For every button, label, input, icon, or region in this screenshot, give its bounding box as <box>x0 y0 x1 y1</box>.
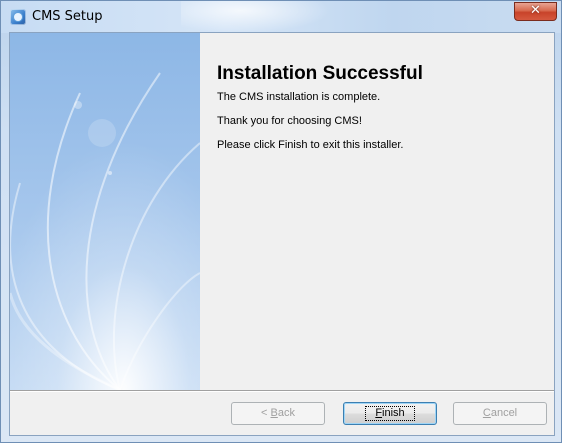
message-line: Thank you for choosing CMS! <box>217 115 362 127</box>
close-button[interactable]: ✕ <box>514 2 557 21</box>
wizard-client-area: Installation Successful The CMS installa… <box>9 32 555 436</box>
setup-window: CMS Setup ✕ Installation Successful The … <box>0 0 562 443</box>
message-line: The CMS installation is complete. <box>217 91 381 103</box>
title-bar[interactable]: CMS Setup ✕ <box>1 1 561 33</box>
page-title: Installation Successful <box>217 63 423 84</box>
message-line: Please click Finish to exit this install… <box>217 139 404 151</box>
cancel-button[interactable]: Cancel <box>453 402 547 425</box>
wizard-side-banner <box>10 33 200 390</box>
cancel-button-mnemonic: C <box>482 407 491 419</box>
close-icon: ✕ <box>530 3 541 18</box>
window-title: CMS Setup <box>32 9 103 24</box>
back-button-label: ack <box>277 407 295 419</box>
wizard-content-panel: Installation Successful The CMS installa… <box>200 33 554 390</box>
focus-rectangle: Finish <box>365 406 415 421</box>
finish-button-label: inish <box>382 407 405 419</box>
cancel-button-label: ancel <box>490 407 518 419</box>
back-button-mnemonic: B <box>270 407 278 419</box>
back-button-prefix: < <box>261 407 271 419</box>
finish-button[interactable]: Finish <box>343 402 437 425</box>
banner-swirl-graphic <box>10 33 200 390</box>
button-area-separator <box>10 390 554 392</box>
back-button[interactable]: < Back <box>231 402 325 425</box>
setup-installer-icon <box>10 9 26 25</box>
